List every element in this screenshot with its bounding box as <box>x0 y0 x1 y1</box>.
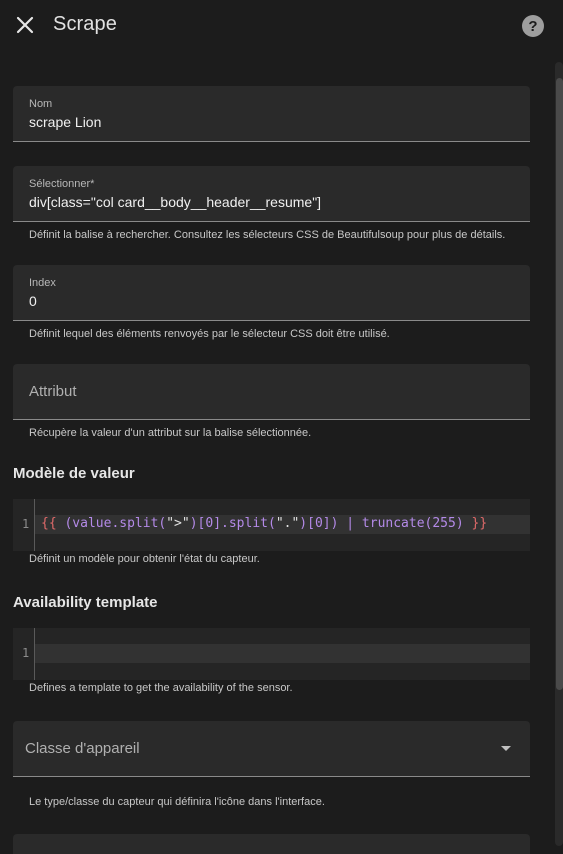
selector-field[interactable]: Sélectionner* div[class="col card__body_… <box>13 166 530 222</box>
attribute-field[interactable]: Attribut <box>13 364 530 420</box>
chevron-down-icon <box>501 746 511 751</box>
help-button[interactable]: ? <box>522 15 544 37</box>
scrollbar-thumb[interactable] <box>556 78 563 690</box>
active-line-highlight <box>35 644 530 663</box>
device-class-select[interactable]: Classe d'appareil <box>13 721 530 777</box>
selector-helper: Définit la balise à rechercher. Consulte… <box>29 229 506 241</box>
help-icon: ? <box>528 17 538 35</box>
device-class-placeholder: Classe d'appareil <box>25 740 140 757</box>
name-field[interactable]: Nom scrape Lion <box>13 86 530 142</box>
availability-template-helper: Defines a template to get the availabili… <box>29 682 293 694</box>
dialog-title: Scrape <box>53 13 117 35</box>
code-token: ">" <box>166 516 190 531</box>
dialog-header: Scrape ? <box>0 0 563 52</box>
close-button[interactable] <box>12 12 38 38</box>
name-field-value[interactable]: scrape Lion <box>29 114 101 130</box>
code-token: )[0]) | truncate( <box>299 516 433 531</box>
value-template-editor[interactable]: 1 {{ (value.split(">")[0].split(".")[0])… <box>13 499 530 551</box>
selector-field-value[interactable]: div[class="col card__body__header__resum… <box>29 194 321 210</box>
availability-template-editor[interactable]: 1 <box>13 628 530 680</box>
index-field-label: Index <box>29 277 56 289</box>
line-number: 1 <box>22 517 30 531</box>
index-helper: Définit lequel des éléments renvoyés par… <box>29 328 390 340</box>
code-token: {{ <box>41 516 57 531</box>
attribute-helper: Récupère la valeur d'un attribut sur la … <box>29 427 312 439</box>
value-template-helper: Définit un modèle pour obtenir l'état du… <box>29 553 260 565</box>
code-token: }} <box>471 516 488 531</box>
code-token: )[0].split( <box>189 516 276 531</box>
index-field-value[interactable]: 0 <box>29 293 37 309</box>
code-token: (value.split( <box>56 516 167 531</box>
close-icon <box>16 16 34 34</box>
availability-template-title: Availability template <box>13 594 158 611</box>
attribute-field-placeholder: Attribut <box>29 383 77 400</box>
index-field[interactable]: Index 0 <box>13 265 530 321</box>
next-field[interactable] <box>13 834 530 854</box>
line-number: 1 <box>22 646 30 660</box>
code-token: 255 <box>432 516 456 531</box>
name-field-label: Nom <box>29 98 53 110</box>
code-token: ) <box>455 516 472 531</box>
selector-field-label: Sélectionner* <box>29 178 95 190</box>
code-token: "." <box>275 516 300 531</box>
code-line[interactable]: {{ (value.split(">")[0].split(".")[0]) |… <box>41 516 487 531</box>
device-class-helper: Le type/classe du capteur qui définira l… <box>29 796 325 808</box>
value-template-title: Modèle de valeur <box>13 465 135 482</box>
